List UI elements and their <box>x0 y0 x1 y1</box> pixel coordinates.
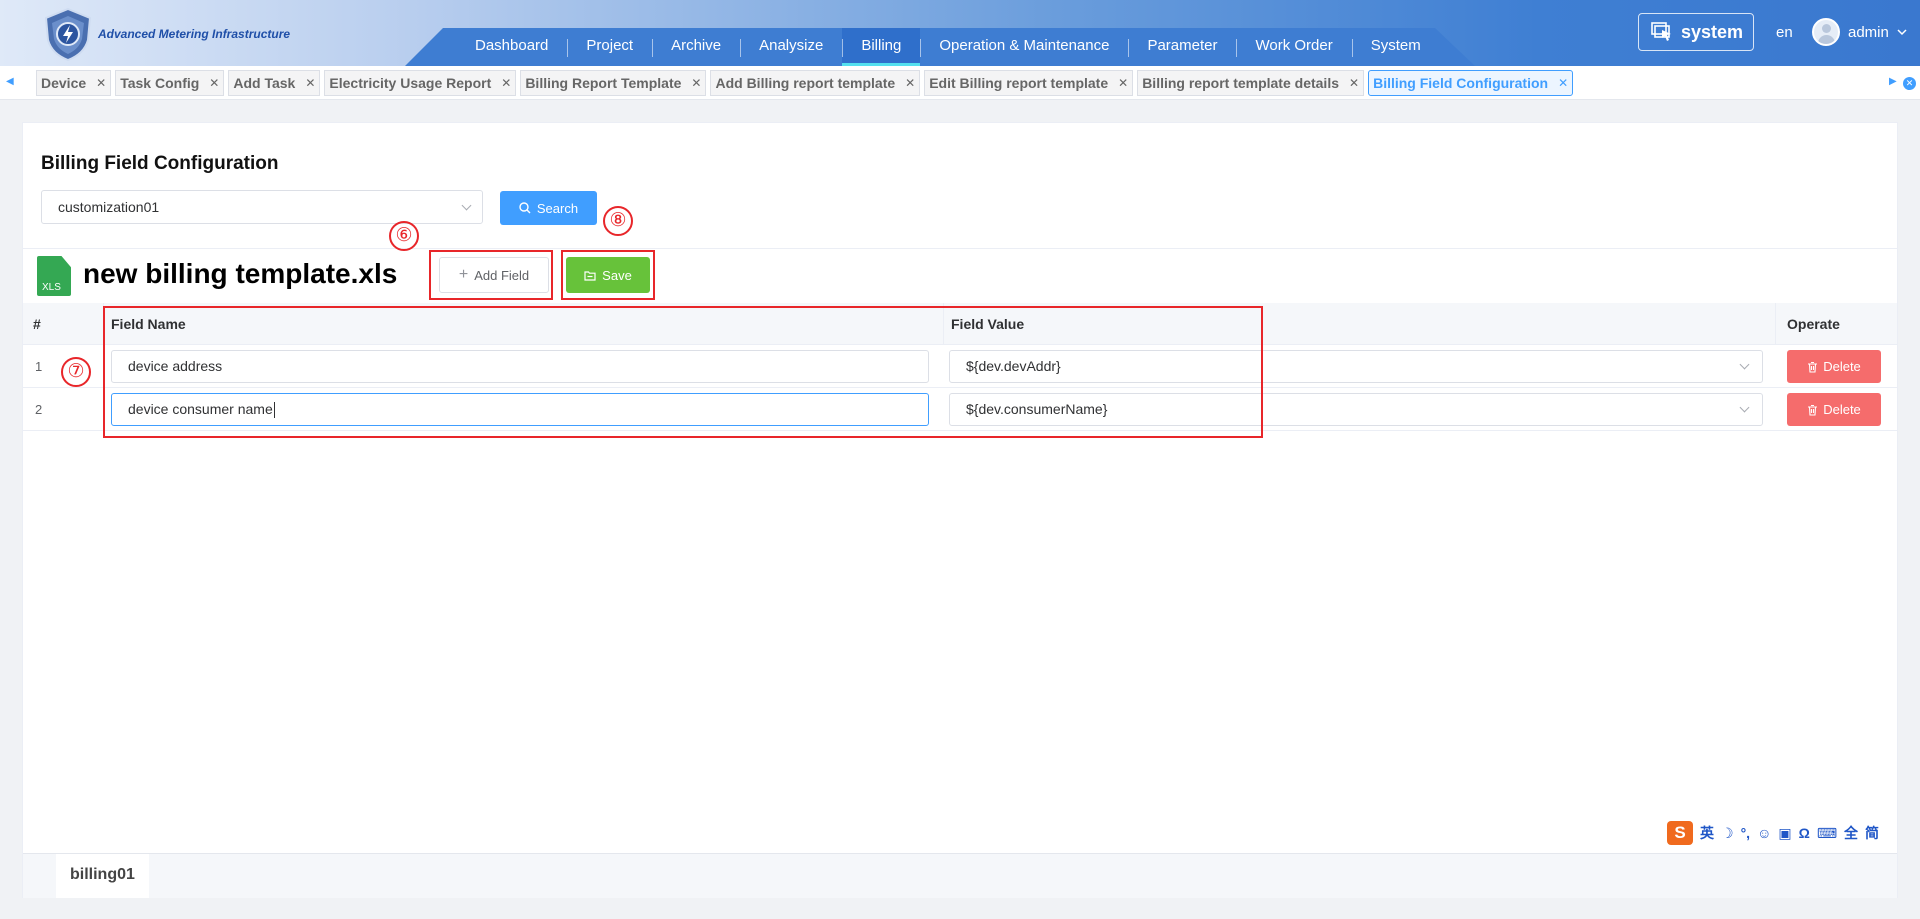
system-switch-button[interactable]: system <box>1638 13 1754 51</box>
shield-logo-icon <box>44 7 92 62</box>
ime-punctuation-icon[interactable]: °, <box>1741 825 1751 841</box>
annotation-box-fields <box>103 306 1263 438</box>
template-select-value: customization01 <box>58 199 160 215</box>
ime-emoji-icon[interactable]: ☺ <box>1757 825 1771 841</box>
trash-icon <box>1808 361 1818 373</box>
trash-icon <box>1808 404 1818 416</box>
close-icon[interactable]: ✕ <box>691 76 701 90</box>
user-menu[interactable]: admin <box>1812 18 1907 46</box>
close-icon[interactable]: ✕ <box>96 76 106 90</box>
delete-label: Delete <box>1823 359 1861 374</box>
tab-scroll-left-icon[interactable]: ◀ <box>6 76 14 87</box>
chevron-down-icon <box>1897 28 1907 35</box>
header-operate: Operate <box>1787 316 1840 332</box>
search-icon <box>519 202 531 214</box>
tab-task-config[interactable]: Task Config ✕ <box>115 70 225 96</box>
tab-add-task[interactable]: Add Task ✕ <box>228 70 321 96</box>
tab-billing-field-configuration[interactable]: Billing Field Configuration ✕ <box>1368 70 1574 96</box>
nav-billing[interactable]: Billing <box>842 28 921 66</box>
column-divider <box>1775 303 1776 345</box>
annotation-marker-7: ⑦ <box>61 357 91 387</box>
tab-label: Device <box>41 75 87 91</box>
search-button[interactable]: Search <box>500 191 597 225</box>
annotation-marker-8: ⑧ <box>603 206 633 236</box>
tab-bar: ◀ Device ✕ Task Config ✕ Add Task ✕ Electri… <box>0 66 1920 100</box>
row-index: 1 <box>35 359 43 374</box>
tab-label: Billing Field Configuration <box>1373 75 1549 91</box>
annotation-box-save <box>561 250 655 300</box>
user-name: admin <box>1848 23 1889 41</box>
main-card: Billing Field Configuration customizatio… <box>22 122 1898 898</box>
delete-label: Delete <box>1823 402 1861 417</box>
divider <box>23 248 1897 249</box>
tab-label: Edit Billing report template <box>929 75 1109 91</box>
delete-button[interactable]: Delete <box>1787 393 1881 426</box>
tab-label: Billing Report Template <box>525 75 682 91</box>
header-index: # <box>33 316 41 332</box>
tab-label: Task Config <box>120 75 200 91</box>
tab-label: Add Billing report template <box>715 75 896 91</box>
close-icon[interactable]: ✕ <box>905 76 915 90</box>
tab-device[interactable]: Device ✕ <box>36 70 112 96</box>
delete-button[interactable]: Delete <box>1787 350 1881 383</box>
nav-system[interactable]: System <box>1351 28 1440 66</box>
close-icon[interactable]: ✕ <box>209 76 219 90</box>
tab-label: Add Task <box>233 75 296 91</box>
xls-file-icon: XLS <box>37 256 71 296</box>
chevron-down-icon <box>1739 402 1750 413</box>
tab-list: Device ✕ Task Config ✕ Add Task ✕ Electrici… <box>36 70 1574 96</box>
sheet-tab-bar: billing01 <box>23 853 1897 898</box>
nav-operation-maintenance[interactable]: Operation & Maintenance <box>920 28 1128 66</box>
tab-edit-billing-report-template[interactable]: Edit Billing report template ✕ <box>924 70 1134 96</box>
ime-english-icon[interactable]: 英 <box>1700 823 1714 843</box>
tab-label: Electricity Usage Report <box>329 75 492 91</box>
ime-keyboard-icon[interactable]: ⌨ <box>1817 825 1837 842</box>
sheet-tab-billing01[interactable]: billing01 <box>56 854 149 898</box>
nav-work-order[interactable]: Work Order <box>1236 28 1351 66</box>
ime-voice-icon[interactable]: ▣ <box>1778 825 1791 842</box>
annotation-marker-6: ⑥ <box>389 221 419 251</box>
nav-analysize[interactable]: Analysize <box>740 28 842 66</box>
chevron-down-icon <box>1739 359 1750 370</box>
ime-moon-icon[interactable]: ☽ <box>1721 825 1734 842</box>
row-index: 2 <box>35 402 43 417</box>
file-name-title: new billing template.xls <box>83 258 398 289</box>
app-title: Advanced Metering Infrastructure <box>98 27 291 41</box>
avatar <box>1812 18 1840 46</box>
ime-toolbar: S 英 ☽ °, ☺ ▣ Ω ⌨ 全 简 <box>1667 821 1884 845</box>
nav-archive[interactable]: Archive <box>652 28 740 66</box>
close-icon[interactable]: ✕ <box>305 76 315 90</box>
tab-label: Billing report template details <box>1142 75 1340 91</box>
close-icon[interactable]: ✕ <box>1558 76 1568 90</box>
chevron-down-icon <box>461 200 472 211</box>
system-label: system <box>1681 21 1744 42</box>
tab-scroll-right-icon[interactable]: ▶ <box>1889 76 1897 87</box>
close-all-tabs-icon[interactable]: ✕ <box>1903 77 1916 90</box>
close-icon[interactable]: ✕ <box>1349 76 1359 90</box>
tab-billing-report-template[interactable]: Billing Report Template ✕ <box>520 70 707 96</box>
search-label: Search <box>536 200 579 216</box>
nav-dashboard[interactable]: Dashboard <box>456 28 567 66</box>
system-cursor-icon <box>1651 22 1671 41</box>
xls-label: XLS <box>42 282 61 293</box>
annotation-box-add-field <box>429 250 553 300</box>
ime-fullwidth-icon[interactable]: 全 <box>1844 823 1858 843</box>
main-nav: Dashboard Project Archive Analysize Bill… <box>456 28 1440 66</box>
ime-symbol-icon[interactable]: Ω <box>1799 825 1810 841</box>
tab-add-billing-report-template[interactable]: Add Billing report template ✕ <box>710 70 921 96</box>
tab-electricity-usage-report[interactable]: Electricity Usage Report ✕ <box>324 70 517 96</box>
language-switch[interactable]: en <box>1776 24 1793 41</box>
tab-billing-report-template-details[interactable]: Billing report template details ✕ <box>1137 70 1365 96</box>
close-icon[interactable]: ✕ <box>1118 76 1128 90</box>
nav-project[interactable]: Project <box>567 28 652 66</box>
nav-parameter[interactable]: Parameter <box>1128 28 1236 66</box>
sogou-logo-icon[interactable]: S <box>1667 821 1693 845</box>
page-title: Billing Field Configuration <box>41 153 279 174</box>
template-select[interactable]: customization01 <box>41 190 483 224</box>
ime-simplified-icon[interactable]: 简 <box>1865 823 1879 843</box>
close-icon[interactable]: ✕ <box>501 76 511 90</box>
